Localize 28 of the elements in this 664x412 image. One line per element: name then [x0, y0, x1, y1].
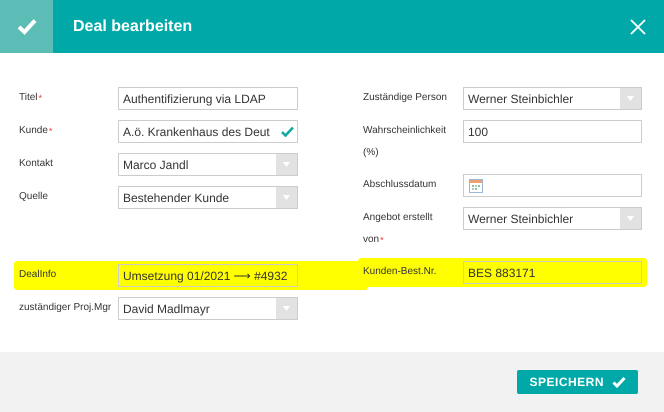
field-label: Kontakt — [19, 157, 54, 171]
field-label: Kunden-Best.Nr. — [363, 265, 438, 279]
field-label: Abschlussdatum — [363, 178, 438, 192]
dropdown-field[interactable]: David Madlmayr — [118, 297, 298, 320]
field-label: Angebot erstellt von* — [363, 211, 434, 247]
field-label: Titel* — [19, 91, 44, 105]
input-field[interactable]: Authentifizierung via LDAP — [118, 87, 298, 110]
input-field[interactable]: Umsetzung 01/2021 ⟶ #4932 — [118, 264, 298, 287]
dropdown-field[interactable]: Marco Jandl — [118, 153, 298, 176]
check-icon — [281, 126, 294, 137]
date-field[interactable] — [463, 174, 642, 197]
field-label: Wahrscheinlichkeit (%) — [363, 124, 447, 160]
input-field[interactable]: 100 — [463, 120, 642, 143]
dialog-title: Deal bearbeiten — [73, 16, 194, 36]
dropdown-field[interactable]: Werner Steinbichler — [463, 87, 642, 110]
dropdown-field[interactable]: Werner Steinbichler — [463, 207, 642, 230]
field-label: zuständiger Proj.Mgr — [19, 301, 112, 315]
field-label: DealInfo — [19, 268, 58, 282]
dropdown-field[interactable]: Bestehender Kunde — [118, 186, 298, 209]
input-field[interactable]: A.ö. Krankenhaus des Deut — [118, 120, 298, 143]
input-field[interactable]: BES 883171 — [463, 261, 642, 284]
close-icon[interactable] — [630, 18, 646, 34]
check-icon — [16, 18, 36, 35]
check-icon — [612, 376, 626, 388]
field-label: Kunde* — [19, 124, 54, 138]
field-label: Quelle — [19, 190, 49, 204]
field-label: Zuständige Person — [363, 91, 448, 105]
calendar-icon[interactable] — [469, 178, 483, 192]
